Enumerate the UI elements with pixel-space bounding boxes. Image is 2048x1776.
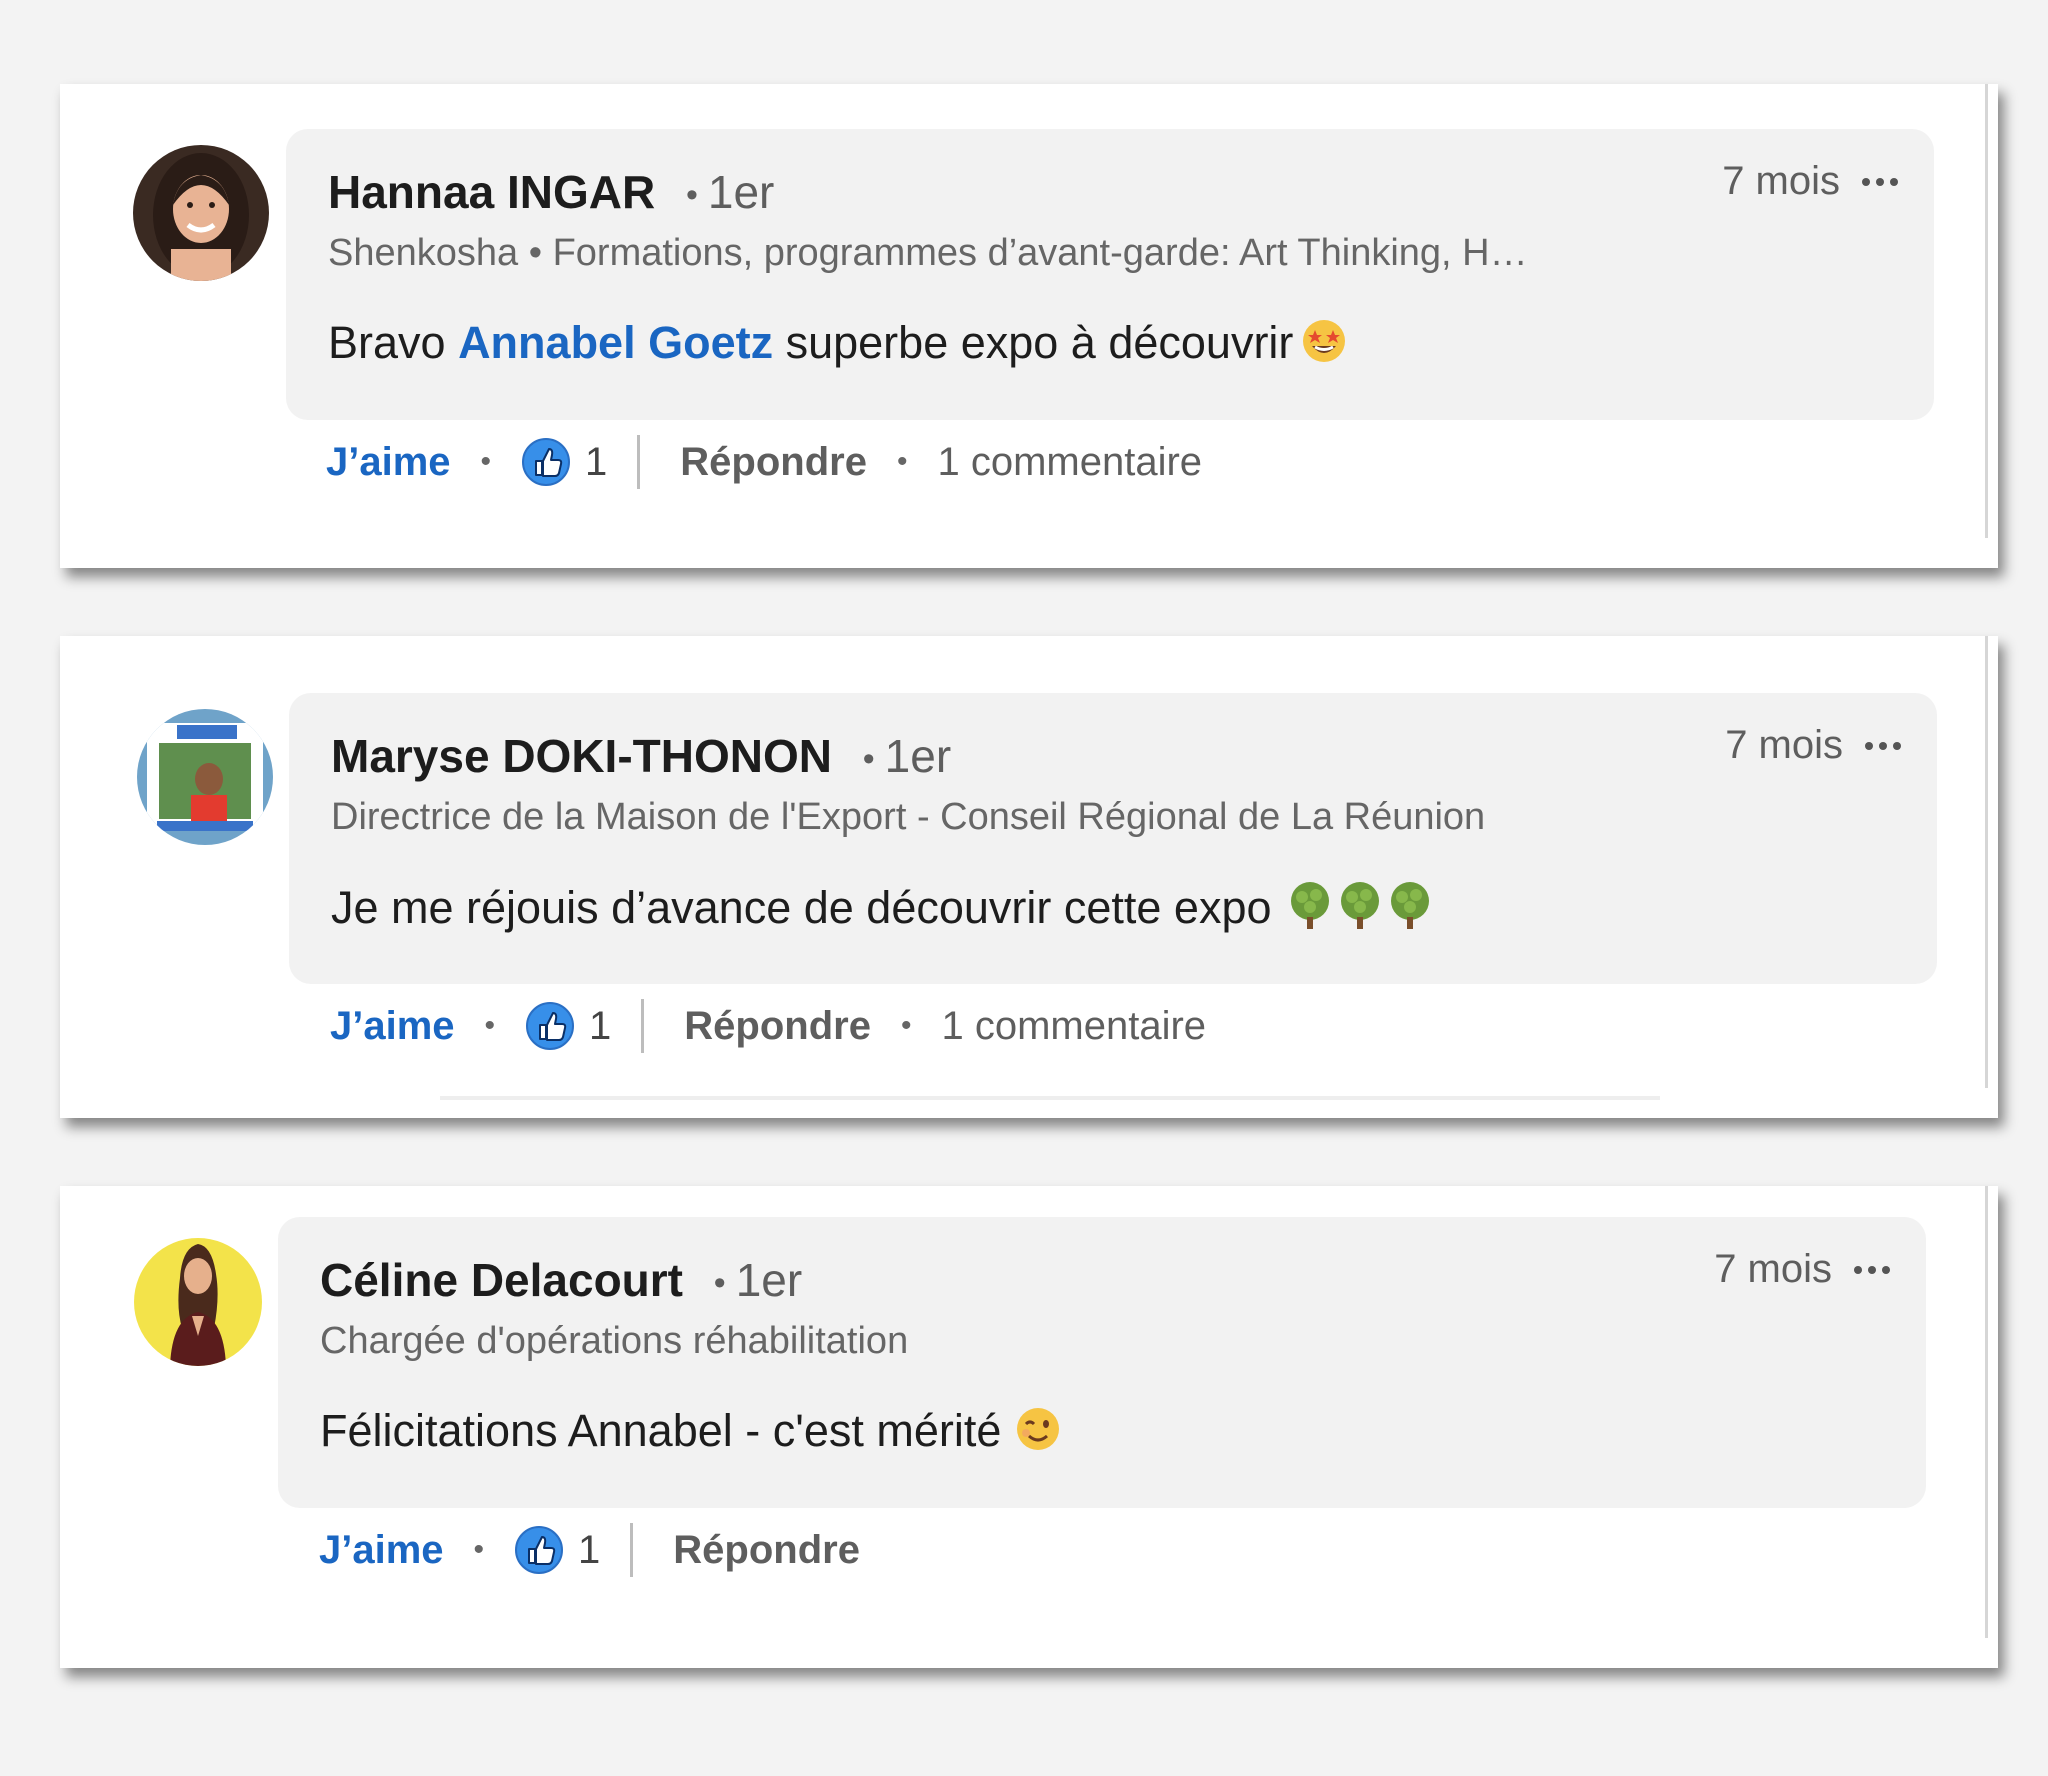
comment-meta: 7 mois — [1722, 159, 1898, 204]
comment-actions: J’aime • 1 Répondre — [319, 1520, 860, 1580]
author-line: Hannaa INGAR • 1er — [328, 165, 774, 219]
comment-actions: J’aime • 1 Répondre • 1 commentaire — [326, 432, 1202, 492]
comment-text: Bravo Annabel Goetz superbe expo à décou… — [328, 317, 1347, 375]
reply-button[interactable]: Répondre — [680, 440, 867, 485]
author-headline: Directrice de la Maison de l'Export - Co… — [331, 796, 1486, 838]
card-edge — [1985, 636, 1988, 1088]
author-line: Maryse DOKI-THONON • 1er — [331, 729, 951, 783]
comment-meta: 7 mois — [1714, 1247, 1890, 1292]
reply-button[interactable]: Répondre — [684, 1004, 871, 1049]
star-struck-emoji — [1301, 318, 1347, 375]
replies-count-link[interactable]: 1 commentaire — [938, 440, 1203, 485]
like-reaction-icon[interactable] — [521, 437, 571, 487]
reply-button[interactable]: Répondre — [673, 1528, 860, 1573]
comment-actions: J’aime • 1 Répondre • 1 commentaire — [330, 996, 1206, 1056]
like-reaction-icon[interactable] — [514, 1525, 564, 1575]
card-edge — [1985, 1186, 1988, 1638]
avatar[interactable] — [137, 709, 273, 845]
comment-bubble: Hannaa INGAR • 1er Shenkosha • Formations… — [286, 129, 1934, 420]
like-reaction-icon[interactable] — [525, 1001, 575, 1051]
separator-dot: • — [480, 445, 492, 478]
author-headline: Chargée d'opérations réhabilitation — [320, 1320, 909, 1362]
comment-text-part: Je me réjouis d’avance de découvrir cett… — [331, 882, 1272, 933]
author-line: Céline Delacourt • 1er — [320, 1253, 802, 1307]
comment-card: Maryse DOKI-THONON • 1er Directrice de la… — [60, 636, 1998, 1118]
degree-label: 1er — [735, 1254, 803, 1306]
replies-count-link[interactable]: 1 commentaire — [942, 1004, 1207, 1049]
separator-dot: • — [473, 1533, 485, 1566]
degree-label: 1er — [884, 730, 952, 782]
reaction-count[interactable]: 1 — [589, 1004, 611, 1049]
comment-time: 7 mois — [1722, 159, 1840, 203]
tree-emoji — [1286, 881, 1436, 940]
author-name[interactable]: Céline Delacourt — [320, 1254, 683, 1306]
separator-dot: • — [896, 445, 908, 478]
comment-text-part: Félicitations Annabel - c'est mérité — [320, 1405, 1002, 1456]
avatar[interactable] — [133, 145, 269, 281]
avatar-photo-hannaa — [133, 145, 269, 281]
separator-dot: • — [484, 1009, 496, 1042]
separator-dot: • — [900, 1009, 912, 1042]
comment-time: 7 mois — [1714, 1247, 1832, 1291]
connection-degree: • 1er — [685, 166, 775, 218]
comment-bubble: Maryse DOKI-THONON • 1er Directrice de la… — [289, 693, 1937, 984]
reaction-count[interactable]: 1 — [585, 440, 607, 485]
more-options-icon[interactable] — [1862, 177, 1898, 186]
avatar-photo-maryse — [137, 709, 273, 845]
divider — [641, 999, 645, 1053]
author-headline: Shenkosha • Formations, programmes d’ava… — [328, 232, 1528, 274]
reaction-count[interactable]: 1 — [578, 1528, 600, 1573]
avatar[interactable] — [134, 1238, 262, 1366]
connection-degree: • 1er — [713, 1254, 803, 1306]
like-button[interactable]: J’aime — [326, 440, 451, 485]
comment-bubble: Céline Delacourt • 1er Chargée d'opératio… — [278, 1217, 1926, 1508]
like-button[interactable]: J’aime — [319, 1528, 444, 1573]
like-button[interactable]: J’aime — [330, 1004, 455, 1049]
connection-degree: • 1er — [862, 730, 952, 782]
comment-card: Céline Delacourt • 1er Chargée d'opératio… — [60, 1186, 1998, 1668]
winking-face-emoji — [1015, 1406, 1061, 1463]
divider-line — [440, 1096, 1660, 1100]
divider — [637, 435, 641, 489]
more-options-icon[interactable] — [1865, 741, 1901, 750]
more-options-icon[interactable] — [1854, 1265, 1890, 1274]
comment-card: Hannaa INGAR • 1er Shenkosha • Formations… — [60, 84, 1998, 568]
comment-time: 7 mois — [1725, 723, 1843, 767]
avatar-photo-celine — [134, 1238, 262, 1366]
author-name[interactable]: Maryse DOKI-THONON — [331, 730, 832, 782]
comment-text: Je me réjouis d’avance de découvrir cett… — [331, 881, 1436, 940]
comment-text-part: superbe expo à découvrir — [773, 317, 1294, 368]
comment-meta: 7 mois — [1725, 723, 1901, 768]
degree-label: 1er — [707, 166, 775, 218]
comment-text: Félicitations Annabel - c'est mérité — [320, 1405, 1061, 1463]
card-edge — [1985, 84, 1988, 538]
author-name[interactable]: Hannaa INGAR — [328, 166, 655, 218]
comment-text-part: Bravo — [328, 317, 459, 368]
mention-link[interactable]: Annabel Goetz — [458, 317, 773, 368]
divider — [630, 1523, 634, 1577]
